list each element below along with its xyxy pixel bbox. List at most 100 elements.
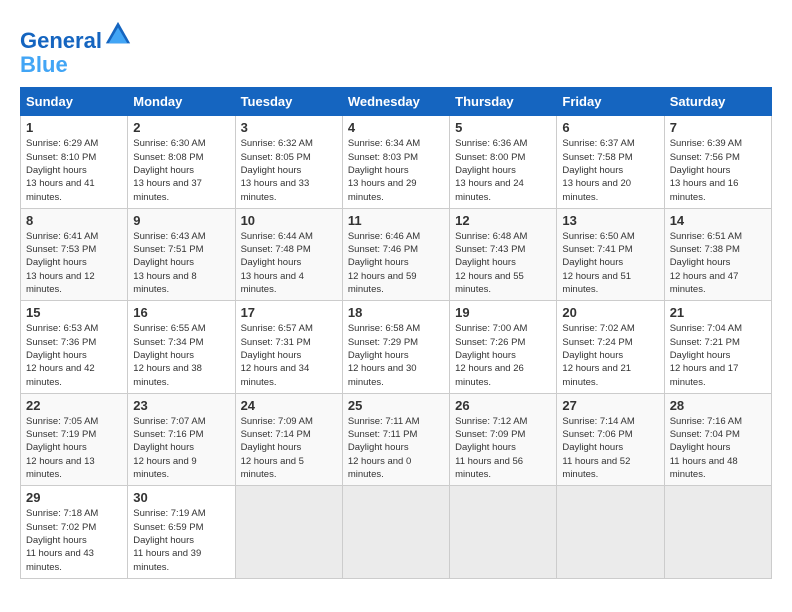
calendar-cell: 29 Sunrise: 7:18 AMSunset: 7:02 PMDayligh… xyxy=(21,486,128,578)
day-info: Sunrise: 6:55 AMSunset: 7:34 PMDaylight … xyxy=(133,322,229,388)
calendar-cell: 17 Sunrise: 6:57 AMSunset: 7:31 PMDayligh… xyxy=(235,301,342,393)
calendar-cell: 26 Sunrise: 7:12 AMSunset: 7:09 PMDayligh… xyxy=(450,393,557,485)
day-number: 14 xyxy=(670,213,766,228)
calendar-cell xyxy=(557,486,664,578)
day-number: 4 xyxy=(348,120,444,135)
calendar-cell: 11 Sunrise: 6:46 AMSunset: 7:46 PMDayligh… xyxy=(342,208,449,300)
day-number: 8 xyxy=(26,213,122,228)
day-number: 1 xyxy=(26,120,122,135)
column-header-tuesday: Tuesday xyxy=(235,88,342,116)
day-number: 11 xyxy=(348,213,444,228)
column-header-friday: Friday xyxy=(557,88,664,116)
calendar-cell: 10 Sunrise: 6:44 AMSunset: 7:48 PMDayligh… xyxy=(235,208,342,300)
calendar-cell: 3 Sunrise: 6:32 AMSunset: 8:05 PMDaylight… xyxy=(235,116,342,208)
calendar-cell: 25Sunrise: 7:11 AMSunset: 7:11 PMDayligh… xyxy=(342,393,449,485)
calendar-cell: 8 Sunrise: 6:41 AMSunset: 7:53 PMDaylight… xyxy=(21,208,128,300)
calendar-cell: 15 Sunrise: 6:53 AMSunset: 7:36 PMDayligh… xyxy=(21,301,128,393)
day-info: Sunrise: 6:46 AMSunset: 7:46 PMDaylight … xyxy=(348,230,444,296)
day-number: 29 xyxy=(26,490,122,505)
calendar-cell: 24 Sunrise: 7:09 AMSunset: 7:14 PMDayligh… xyxy=(235,393,342,485)
day-info: Sunrise: 6:53 AMSunset: 7:36 PMDaylight … xyxy=(26,322,122,388)
day-number: 12 xyxy=(455,213,551,228)
calendar-cell: 30 Sunrise: 7:19 AMSunset: 6:59 PMDayligh… xyxy=(128,486,235,578)
day-info: Sunrise: 6:36 AMSunset: 8:00 PMDaylight … xyxy=(455,137,551,203)
day-number: 23 xyxy=(133,398,229,413)
calendar-cell: 7 Sunrise: 6:39 AMSunset: 7:56 PMDaylight… xyxy=(664,116,771,208)
calendar-cell: 5 Sunrise: 6:36 AMSunset: 8:00 PMDaylight… xyxy=(450,116,557,208)
day-number: 9 xyxy=(133,213,229,228)
calendar-table: SundayMondayTuesdayWednesdayThursdayFrid… xyxy=(20,87,772,578)
day-info: Sunrise: 6:41 AMSunset: 7:53 PMDaylight … xyxy=(26,230,122,296)
day-number: 6 xyxy=(562,120,658,135)
calendar-cell: 4 Sunrise: 6:34 AMSunset: 8:03 PMDaylight… xyxy=(342,116,449,208)
day-info: Sunrise: 7:04 AMSunset: 7:21 PMDaylight … xyxy=(670,322,766,388)
day-number: 7 xyxy=(670,120,766,135)
day-info: Sunrise: 7:14 AMSunset: 7:06 PMDaylight … xyxy=(562,415,658,481)
calendar-body: 1 Sunrise: 6:29 AMSunset: 8:10 PMDaylight… xyxy=(21,116,772,578)
calendar-cell xyxy=(342,486,449,578)
day-info: Sunrise: 7:16 AMSunset: 7:04 PMDaylight … xyxy=(670,415,766,481)
day-info: Sunrise: 6:44 AMSunset: 7:48 PMDaylight … xyxy=(241,230,337,296)
day-info: Sunrise: 7:02 AMSunset: 7:24 PMDaylight … xyxy=(562,322,658,388)
day-info: Sunrise: 6:48 AMSunset: 7:43 PMDaylight … xyxy=(455,230,551,296)
day-info: Sunrise: 6:50 AMSunset: 7:41 PMDaylight … xyxy=(562,230,658,296)
calendar-cell xyxy=(235,486,342,578)
day-number: 10 xyxy=(241,213,337,228)
logo-text: General xyxy=(20,20,132,53)
day-info: Sunrise: 7:05 AMSunset: 7:19 PMDaylight … xyxy=(26,415,122,481)
day-number: 28 xyxy=(670,398,766,413)
day-number: 27 xyxy=(562,398,658,413)
day-number: 3 xyxy=(241,120,337,135)
day-info: Sunrise: 7:09 AMSunset: 7:14 PMDaylight … xyxy=(241,415,337,481)
day-info: Sunrise: 6:39 AMSunset: 7:56 PMDaylight … xyxy=(670,137,766,203)
calendar-week-1: 1 Sunrise: 6:29 AMSunset: 8:10 PMDaylight… xyxy=(21,116,772,208)
day-info: Sunrise: 7:18 AMSunset: 7:02 PMDaylight … xyxy=(26,507,122,573)
calendar-week-3: 15 Sunrise: 6:53 AMSunset: 7:36 PMDayligh… xyxy=(21,301,772,393)
calendar-week-5: 29 Sunrise: 7:18 AMSunset: 7:02 PMDayligh… xyxy=(21,486,772,578)
calendar-cell: 12 Sunrise: 6:48 AMSunset: 7:43 PMDayligh… xyxy=(450,208,557,300)
day-number: 26 xyxy=(455,398,551,413)
calendar-cell: 27 Sunrise: 7:14 AMSunset: 7:06 PMDayligh… xyxy=(557,393,664,485)
day-number: 2 xyxy=(133,120,229,135)
day-info: Sunrise: 6:30 AMSunset: 8:08 PMDaylight … xyxy=(133,137,229,203)
day-number: 5 xyxy=(455,120,551,135)
column-header-sunday: Sunday xyxy=(21,88,128,116)
calendar-cell xyxy=(450,486,557,578)
day-info: Sunrise: 6:51 AMSunset: 7:38 PMDaylight … xyxy=(670,230,766,296)
day-info: Sunrise: 6:43 AMSunset: 7:51 PMDaylight … xyxy=(133,230,229,296)
calendar-cell: 18 Sunrise: 6:58 AMSunset: 7:29 PMDayligh… xyxy=(342,301,449,393)
calendar-cell: 20 Sunrise: 7:02 AMSunset: 7:24 PMDayligh… xyxy=(557,301,664,393)
column-header-wednesday: Wednesday xyxy=(342,88,449,116)
logo-icon xyxy=(104,20,132,48)
calendar-header-row: SundayMondayTuesdayWednesdayThursdayFrid… xyxy=(21,88,772,116)
calendar-cell: 22Sunrise: 7:05 AMSunset: 7:19 PMDayligh… xyxy=(21,393,128,485)
column-header-monday: Monday xyxy=(128,88,235,116)
calendar-cell: 2 Sunrise: 6:30 AMSunset: 8:08 PMDaylight… xyxy=(128,116,235,208)
day-number: 17 xyxy=(241,305,337,320)
logo: General Blue xyxy=(20,20,132,77)
day-info: Sunrise: 7:07 AMSunset: 7:16 PMDaylight … xyxy=(133,415,229,481)
day-number: 18 xyxy=(348,305,444,320)
day-number: 20 xyxy=(562,305,658,320)
day-number: 24 xyxy=(241,398,337,413)
day-info: Sunrise: 6:57 AMSunset: 7:31 PMDaylight … xyxy=(241,322,337,388)
day-info: Sunrise: 7:19 AMSunset: 6:59 PMDaylight … xyxy=(133,507,229,573)
day-info: Sunrise: 7:12 AMSunset: 7:09 PMDaylight … xyxy=(455,415,551,481)
day-info: Sunrise: 7:11 AMSunset: 7:11 PMDaylight … xyxy=(348,415,444,481)
day-info: Sunrise: 6:34 AMSunset: 8:03 PMDaylight … xyxy=(348,137,444,203)
calendar-cell: 19 Sunrise: 7:00 AMSunset: 7:26 PMDayligh… xyxy=(450,301,557,393)
calendar-cell: 14 Sunrise: 6:51 AMSunset: 7:38 PMDayligh… xyxy=(664,208,771,300)
calendar-cell: 21Sunrise: 7:04 AMSunset: 7:21 PMDayligh… xyxy=(664,301,771,393)
calendar-cell: 16Sunrise: 6:55 AMSunset: 7:34 PMDayligh… xyxy=(128,301,235,393)
day-number: 19 xyxy=(455,305,551,320)
day-info: Sunrise: 7:00 AMSunset: 7:26 PMDaylight … xyxy=(455,322,551,388)
page-header: General Blue xyxy=(20,20,772,77)
calendar-cell: 6Sunrise: 6:37 AMSunset: 7:58 PMDaylight… xyxy=(557,116,664,208)
logo-text2: Blue xyxy=(20,53,132,77)
day-info: Sunrise: 6:32 AMSunset: 8:05 PMDaylight … xyxy=(241,137,337,203)
day-info: Sunrise: 6:58 AMSunset: 7:29 PMDaylight … xyxy=(348,322,444,388)
day-number: 30 xyxy=(133,490,229,505)
calendar-cell: 1 Sunrise: 6:29 AMSunset: 8:10 PMDaylight… xyxy=(21,116,128,208)
day-number: 15 xyxy=(26,305,122,320)
day-info: Sunrise: 6:29 AMSunset: 8:10 PMDaylight … xyxy=(26,137,122,203)
